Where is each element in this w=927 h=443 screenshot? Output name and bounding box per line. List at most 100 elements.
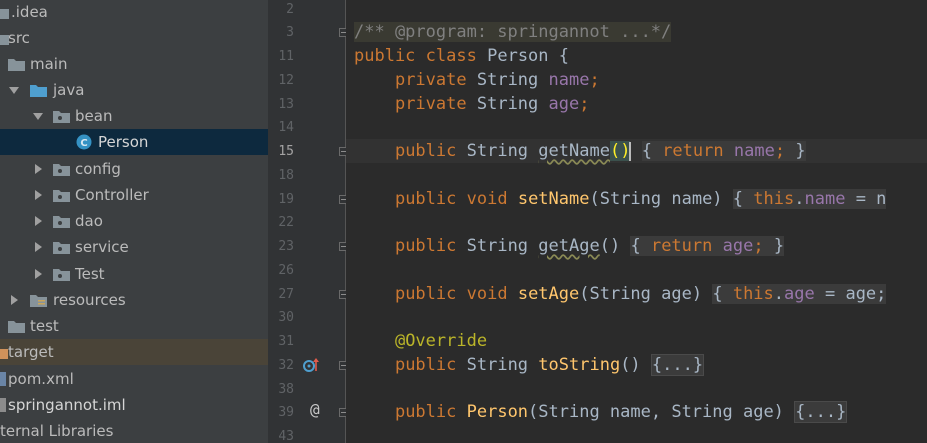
folded-body[interactable]: {...} [794,401,848,423]
class-name: Person [487,46,549,66]
folded-body[interactable]: { this.age = age; [712,284,887,304]
tree-item-label: test [30,317,59,335]
folded-body[interactable]: { this.name = n [732,189,887,209]
parameters: (String name, String age) [528,402,784,422]
keyword: public [354,46,416,66]
dot: . [773,284,785,304]
brace: { [712,284,723,304]
line-number: 39 [278,405,294,420]
field: age [722,236,754,256]
tree-item-label: pom.xml [8,370,74,388]
tree-item-label: Person [98,133,149,151]
code-line-27[interactable]: public void setAge(String age) { this.ag… [354,282,887,306]
keyword: return [650,236,713,256]
keyword: public [394,236,457,256]
keyword: return [662,141,724,161]
chevron-right-icon[interactable] [9,295,19,305]
code-line-15[interactable]: public String getName() { return name; } [354,139,806,163]
line-number: 3 [286,25,294,40]
tree-item-controller[interactable]: Controller [0,182,268,208]
parameters: (String age) [579,284,703,304]
tree-item-person[interactable]: C Person [0,129,268,155]
tree-item-test[interactable]: test [0,313,268,339]
code-text: = age; [814,284,887,304]
brace: { [732,189,744,209]
code-line-13[interactable]: private String age; [354,92,590,116]
override-icon[interactable] [303,356,321,374]
keyword: public [394,284,457,304]
chevron-right-icon[interactable] [33,190,43,200]
code-line-3[interactable]: /** @program: springannot ...*/ [354,20,672,44]
field: name [733,141,775,161]
keyword: void [466,284,508,304]
tree-item-label: resources [53,291,126,309]
line-number: 2 [286,2,294,17]
keyword: private [394,94,467,114]
annotation-marker-icon[interactable]: @ [310,400,320,419]
code-line-31[interactable]: @Override [354,329,487,353]
semicolon: ; [753,236,764,256]
tree-item-config[interactable]: config [0,156,268,182]
line-number: 43 [278,429,294,443]
folded-body[interactable]: { return age; } [630,236,785,256]
field: name [548,70,590,90]
project-tree[interactable]: .idea src main java bean C Person config… [0,0,268,443]
brace: } [795,141,806,161]
chevron-right-icon[interactable] [33,164,43,174]
code-line-19[interactable]: public void setName(String name) { this.… [354,187,887,211]
excluded-folder-icon [0,346,8,359]
parameters: (String name) [589,189,723,209]
tree-item-idea[interactable]: .idea [0,0,268,25]
line-number: 30 [278,310,294,325]
line-number: 32 [278,358,294,373]
package-icon [53,215,70,228]
code-line-23[interactable]: public String getAge() { return age; } [354,234,785,258]
folder-icon [8,320,25,333]
type: String [476,94,539,114]
chevron-down-icon[interactable] [33,111,43,121]
code-line-32[interactable]: public String toString() {...} [354,353,705,377]
package-icon [53,110,70,123]
tree-item-label: main [30,55,68,73]
tree-item-resources[interactable]: resources [0,287,268,313]
code-line-39[interactable]: public Person(String name, String age) {… [354,400,848,424]
type: String [466,141,529,161]
tree-item-test-package[interactable]: Test [0,261,268,287]
tree-item-src[interactable]: src [0,25,268,51]
folder-icon [8,58,25,71]
folded-doc-comment[interactable]: /** @program: springannot ...*/ [354,22,672,42]
tree-item-service[interactable]: service [0,234,268,260]
tree-item-bean[interactable]: bean [0,103,268,129]
folded-body[interactable]: { return name; } [641,141,806,161]
tree-item-dao[interactable]: dao [0,208,268,234]
tree-item-pom[interactable]: pom.xml [0,366,268,392]
method-name: setAge [517,284,580,304]
field: age [784,284,815,304]
tree-item-iml[interactable]: springannot.iml [0,392,268,418]
method-name: getAge [538,236,600,256]
tree-item-target[interactable]: target [0,339,268,365]
folded-body[interactable]: {...} [650,354,705,376]
code-line-11[interactable]: public class Person { [354,44,569,68]
keyword: public [394,189,457,209]
dot: . [794,189,805,209]
parens: () [599,236,621,256]
module-file-icon [0,397,7,413]
line-number: 26 [278,263,294,278]
line-number: 13 [278,97,294,112]
keyword: public [394,355,457,375]
tree-item-java[interactable]: java [0,77,268,103]
tree-item-external-libraries[interactable]: ternal Libraries [0,418,268,443]
code-line-12[interactable]: private String name; [354,68,600,92]
chevron-right-icon[interactable] [33,242,43,252]
chevron-right-icon[interactable] [33,216,43,226]
line-number: 22 [278,215,294,230]
constructor-name: Person [466,402,529,422]
tree-item-label: Controller [75,186,149,204]
chevron-right-icon[interactable] [33,269,43,279]
semicolon: ; [579,94,590,114]
tree-item-main[interactable]: main [0,51,268,77]
maven-file-icon [0,371,7,387]
chevron-down-icon[interactable] [9,85,19,95]
tree-item-label: springannot.iml [8,396,126,414]
